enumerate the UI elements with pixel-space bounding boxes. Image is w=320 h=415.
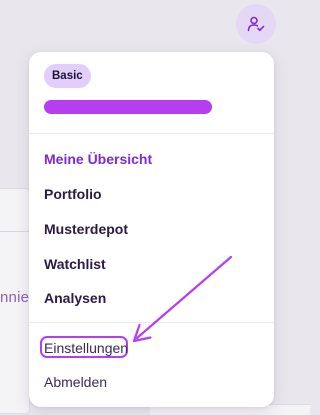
background-divider [0,231,30,232]
menu-item-abmelden[interactable]: Abmelden [44,374,107,390]
menu-divider [29,133,274,134]
menu-item-musterdepot[interactable]: Musterdepot [44,221,128,237]
account-menu-button[interactable] [236,4,276,44]
menu-item-einstellungen[interactable]: Einstellungen [44,340,128,356]
user-check-icon [247,16,265,32]
menu-item-watchlist[interactable]: Watchlist [44,256,106,272]
account-dropdown-menu: Basic Meine Übersicht Portfolio Musterde… [29,52,274,407]
menu-item-meine-uebersicht[interactable]: Meine Übersicht [44,151,152,167]
menu-item-portfolio[interactable]: Portfolio [44,186,102,202]
plan-badge: Basic [44,64,91,88]
background-partial-text: nnie [0,289,30,306]
menu-item-analysen[interactable]: Analysen [44,290,106,306]
menu-divider [29,322,274,323]
username-redacted [44,100,212,114]
